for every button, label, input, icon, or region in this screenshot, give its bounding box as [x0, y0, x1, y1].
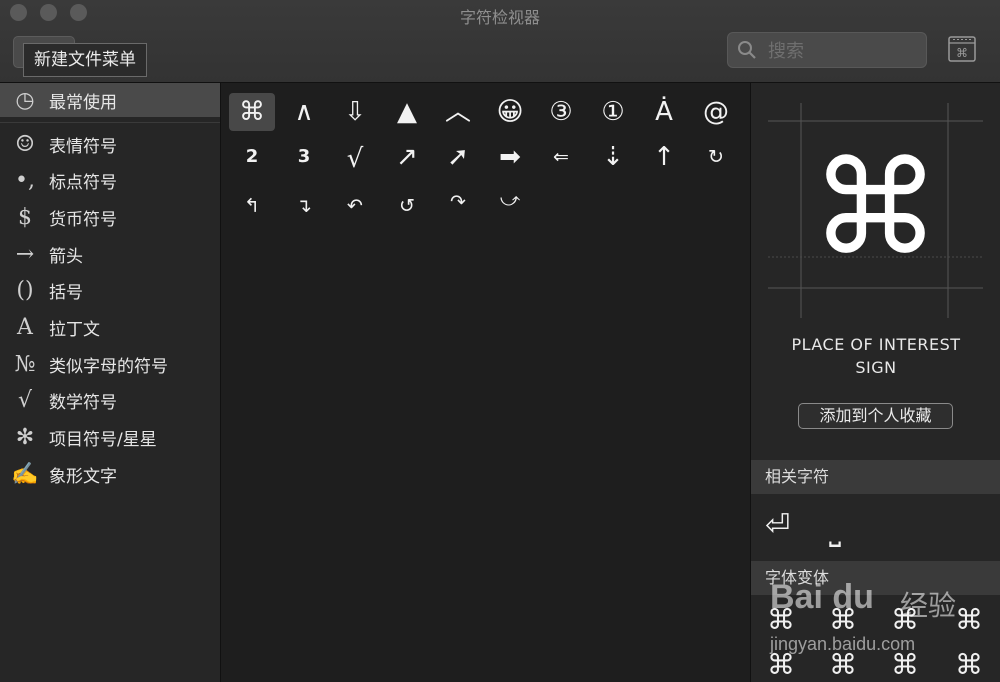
smiley-icon: ☺ — [15, 131, 35, 157]
parentheses-icon: () — [16, 277, 34, 303]
glyph-cell[interactable]: ↴ — [281, 187, 327, 225]
glyph-cell[interactable]: ➡ — [487, 138, 533, 176]
asterisk-icon: ✻ — [15, 424, 35, 450]
glyph-cell[interactable]: ↑ — [641, 138, 687, 176]
clock-icon: ◷ — [15, 87, 35, 113]
glyph-cell[interactable]: √ — [332, 140, 378, 178]
glyph-cell[interactable]: Ȧ — [641, 93, 687, 131]
glyph-cell[interactable]: 3 — [281, 138, 327, 176]
sidebar-item-arrows[interactable]: → 箭头 — [0, 237, 220, 271]
sidebar-item-label: 数学符号 — [49, 392, 117, 413]
glyph-cell[interactable]: 2 — [229, 138, 275, 176]
writing-hand-icon: ✍ — [11, 461, 39, 487]
glyph-cell[interactable]: @ — [693, 93, 739, 131]
search-icon — [738, 41, 756, 59]
sidebar-item-latin[interactable]: A 拉丁文 — [0, 310, 220, 344]
sidebar-item-emoji[interactable]: ☺ 表情符号 — [0, 127, 220, 161]
character-grid: ⌘ ∧ ⇩ ▲ ︿ 😀 ③ ① Ȧ @ 2 3 √ ↗ ➚ ➡ ⇐ ⇣ ↑ ↻ … — [221, 83, 749, 682]
glyph-cell[interactable]: ︿ — [435, 93, 481, 131]
watermark-logo: Bai du — [770, 578, 874, 616]
sidebar-item-label: 箭头 — [49, 246, 83, 267]
watermark-text: 经验 — [900, 589, 957, 622]
sidebar-item-label: 标点符号 — [49, 172, 117, 193]
character-name-line: SIGN — [855, 358, 897, 377]
sidebar-item-bullets-stars[interactable]: ✻ 项目符号/星星 — [0, 420, 220, 454]
character-name: PLACE OF INTEREST SIGN — [751, 333, 1000, 379]
sidebar-item-label: 项目符号/星星 — [49, 429, 157, 450]
character-name-line: PLACE OF INTEREST — [791, 335, 961, 354]
glyph-cell[interactable]: ↰ — [229, 187, 275, 225]
sidebar-divider — [0, 122, 220, 123]
glyph-cell[interactable]: 😀 — [487, 93, 533, 131]
square-root-icon: √ — [17, 387, 33, 413]
glyph-cell[interactable]: ➚ — [435, 138, 481, 176]
punctuation-icon: •, — [15, 167, 35, 193]
sidebar-item-math[interactable]: √ 数学符号 — [0, 383, 220, 417]
glyph-cell[interactable]: ↗ — [384, 138, 430, 176]
arrow-right-icon: → — [15, 241, 35, 267]
add-to-favorites-button[interactable]: 添加到个人收藏 — [798, 403, 953, 429]
svg-text:⌘: ⌘ — [956, 46, 968, 60]
search-input[interactable] — [766, 37, 920, 65]
glyph-cell[interactable]: ⌘ — [229, 93, 275, 131]
sidebar-item-label: 括号 — [49, 282, 83, 303]
window-title: 字符检视器 — [459, 8, 540, 27]
sidebar-item-label: 拉丁文 — [49, 319, 100, 340]
sidebar-item-pictographs[interactable]: ✍ 象形文字 — [0, 457, 220, 491]
sidebar-item-letterlike[interactable]: № 类似字母的符号 — [0, 347, 220, 381]
sidebar-item-label: 最常使用 — [49, 92, 117, 113]
search-field[interactable] — [727, 32, 927, 68]
title-bar: 字符检视器 新建文件菜单 ⌘ — [0, 0, 1000, 83]
sidebar-item-brackets[interactable]: () 括号 — [0, 273, 220, 307]
glyph-preview: ⌘ — [768, 103, 983, 318]
latin-letter-icon: A — [17, 314, 33, 340]
glyph-cell[interactable]: ▲ — [384, 93, 430, 131]
sidebar-item-frequently-used[interactable]: ◷ 最常使用 — [0, 83, 220, 117]
sidebar-item-currency[interactable]: $ 货币符号 — [0, 200, 220, 234]
sidebar-item-label: 类似字母的符号 — [49, 356, 168, 377]
related-characters-header: 相关字符 — [751, 460, 1000, 494]
glyph-cell[interactable]: ↺ — [384, 187, 430, 225]
tooltip: 新建文件菜单 — [23, 43, 147, 77]
glyph-cell[interactable]: ↷ — [435, 183, 481, 221]
glyph-cell[interactable]: ∧ — [281, 93, 327, 131]
sidebar-item-label: 货币符号 — [49, 209, 117, 230]
glyph-cell[interactable]: ① — [590, 93, 636, 131]
related-glyph[interactable]: ⎵ — [829, 513, 841, 548]
category-sidebar: ◷ 最常使用 ☺ 表情符号 •, 标点符号 $ 货币符号 → 箭头 () 括号 … — [0, 83, 221, 682]
glyph-cell[interactable]: ③ — [538, 93, 584, 131]
baidu-jingyan-watermark: Bai du 经验 jingyan.baidu.com — [770, 578, 995, 678]
related-glyph[interactable]: ⏎ — [765, 508, 790, 543]
sidebar-item-punctuation[interactable]: •, 标点符号 — [0, 163, 220, 197]
numero-sign-icon: № — [14, 351, 36, 377]
preview-glyph: ⌘ — [810, 132, 941, 284]
glyph-cell[interactable]: ⇐ — [538, 138, 584, 176]
glyph-cell[interactable]: ↶ — [332, 187, 378, 225]
glyph-cell[interactable]: ⇩ — [332, 93, 378, 131]
sidebar-item-label: 表情符号 — [49, 136, 117, 157]
glyph-cell[interactable]: ⇣ — [590, 138, 636, 176]
sidebar-item-label: 象形文字 — [49, 466, 117, 487]
dollar-icon: $ — [18, 204, 32, 230]
glyph-cell[interactable]: ↻ — [693, 138, 739, 176]
keyboard-panel-toggle-icon[interactable]: ⌘ — [948, 36, 976, 62]
glyph-cell[interactable]: ⤻ — [487, 181, 533, 219]
watermark-url: jingyan.baidu.com — [770, 634, 916, 654]
